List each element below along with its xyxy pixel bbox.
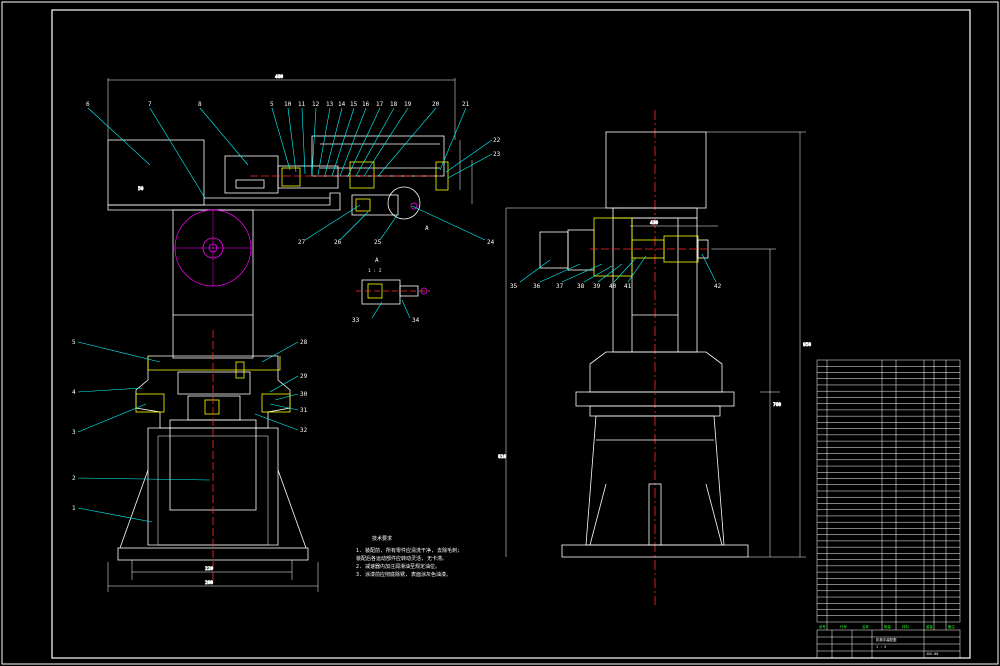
label-28: 28 [300, 339, 308, 346]
front-view-leaders [77, 107, 493, 523]
table-header-no: 序号 [819, 624, 826, 629]
label-20: 20 [432, 101, 440, 108]
drawing-number: JXS-00 [926, 652, 938, 656]
label-24: 24 [487, 239, 495, 246]
label-15: 15 [350, 101, 358, 108]
label-2: 2 [72, 475, 76, 482]
notes-line-4: 3. 涂漆前应彻底除锈, 表面涂灰色油漆。 [356, 571, 451, 578]
label-3: 3 [72, 429, 76, 436]
parts-table-header: 序号 代号 名称 数量 材料 重量 备注 [819, 624, 955, 629]
side-dimension-810: 810 [498, 454, 506, 460]
side-motor-housing [605, 131, 707, 209]
label-38: 38 [577, 283, 585, 290]
label-27: 27 [298, 239, 306, 246]
gripper-housing [311, 135, 445, 177]
label-33: 33 [352, 317, 360, 324]
label-1: 1 [72, 505, 76, 512]
label-8: 8 [198, 101, 202, 108]
dimension-base-inner: 220 [205, 566, 213, 572]
label-14: 14 [338, 101, 346, 108]
label-39: 39 [593, 283, 601, 290]
label-42: 42 [714, 283, 722, 290]
arm-plate [107, 192, 341, 211]
label-30: 30 [300, 391, 308, 398]
notes-line-2: 装配后各运动部件应转动灵活, 无卡滞。 [356, 555, 447, 562]
label-4: 4 [72, 389, 76, 396]
label-21: 21 [462, 101, 470, 108]
label-7: 7 [148, 101, 152, 108]
label-top-5: 5 [270, 101, 274, 108]
label-26: 26 [334, 239, 342, 246]
notes-line-3: 2. 减速器内加注润滑油至规定油位。 [356, 563, 440, 570]
parts-table [816, 359, 961, 630]
notes-title: 技术要求 [372, 535, 392, 542]
notes-line-1: 1. 装配前, 所有零件应清洗干净, 去除毛刺; [356, 547, 460, 554]
label-10: 10 [284, 101, 292, 108]
table-header-material: 材料 [902, 624, 909, 629]
label-37: 37 [556, 283, 564, 290]
label-23: 23 [493, 151, 501, 158]
side-base-cap [589, 351, 723, 393]
side-dimension-760: 760 [773, 402, 781, 408]
dimension-base-outer: 200 [205, 580, 213, 586]
label-6: 6 [86, 101, 90, 108]
title-block [816, 629, 961, 659]
side-view-labels: 35 36 37 38 39 40 41 42 [510, 283, 722, 290]
label-25: 25 [374, 239, 382, 246]
label-11: 11 [298, 101, 306, 108]
label-22: 22 [493, 137, 501, 144]
label-left-5: 5 [72, 339, 76, 346]
label-32: 32 [300, 427, 308, 434]
section-title-ratio: 1 : 2 [368, 268, 382, 274]
label-35: 35 [510, 283, 518, 290]
side-dimension-430: 430 [650, 220, 658, 226]
section-title-letter: A [375, 257, 379, 264]
label-41: 41 [624, 283, 632, 290]
label-36: 36 [533, 283, 541, 290]
table-header-remark: 备注 [948, 624, 955, 629]
label-12: 12 [312, 101, 320, 108]
table-header-weight: 重量 [926, 624, 933, 629]
label-40: 40 [609, 283, 617, 290]
label-29: 29 [300, 373, 308, 380]
label-18: 18 [390, 101, 398, 108]
table-header-name: 名称 [862, 624, 869, 629]
drawing-scale: 1 : 5 [876, 645, 886, 649]
label-13: 13 [326, 101, 334, 108]
section-view-a: A 1 : 2 33 34 [352, 257, 430, 324]
assembly-drawing: 480 220 200 50 6 7 8 5 10 11 12 13 14 15… [1, 1, 999, 665]
technical-notes: 技术要求 1. 装配前, 所有零件应清洗干净, 去除毛刺; 装配后各运动部件应转… [356, 535, 460, 578]
label-17: 17 [376, 101, 384, 108]
table-header-qty: 数量 [884, 624, 891, 629]
side-view: 430 950 760 810 [498, 110, 812, 605]
drawing-name: 机械手装配图 [876, 637, 897, 642]
reducer-block [224, 155, 279, 194]
label-19: 19 [404, 101, 412, 108]
drawing-inner-frame [51, 9, 971, 659]
dimension-small: 50 [138, 186, 144, 192]
label-31: 31 [300, 407, 308, 414]
side-dimension-950: 950 [803, 342, 811, 348]
dimension-top: 480 [275, 74, 283, 80]
title-block-text: 机械手装配图 1 : 5 JXS-00 [876, 637, 938, 656]
label-34: 34 [412, 317, 420, 324]
table-header-code: 代号 [840, 624, 847, 629]
arm-tube [277, 165, 339, 189]
section-marker-a: A [425, 225, 429, 232]
front-view: 480 220 200 50 [107, 74, 473, 592]
label-16: 16 [362, 101, 370, 108]
